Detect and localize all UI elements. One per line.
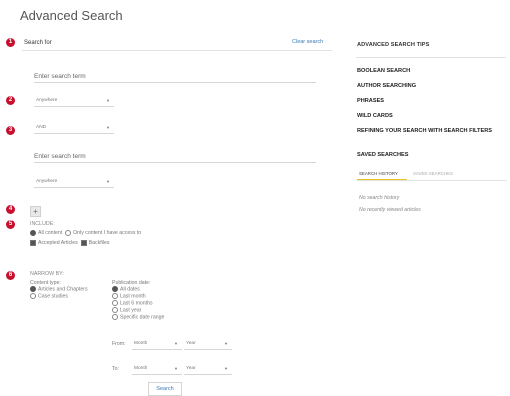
no-viewed-articles-text: No recently viewed articles (359, 207, 421, 213)
pub-date-option-year[interactable]: Last year (112, 306, 164, 314)
radio-icon (112, 286, 118, 293)
from-label: From: (112, 341, 126, 347)
from-year-select[interactable]: Year ▼ (184, 338, 232, 350)
all-content-label: All content (38, 230, 63, 237)
chevron-down-icon: ▼ (174, 366, 178, 371)
search-term-input-1[interactable] (34, 70, 316, 83)
pub-date-year-label: Last year (120, 307, 142, 314)
pub-date-6months-label: Last 6 months (120, 300, 153, 307)
radio-icon (112, 293, 118, 300)
search-for-label: Search for (24, 40, 52, 46)
sidebar-title: ADVANCED SEARCH TIPS (357, 42, 430, 48)
chevron-down-icon: ▼ (106, 98, 110, 103)
search-term-input-2[interactable] (34, 150, 316, 163)
field-select-1-value: Anywhere (36, 98, 58, 103)
no-search-history-text: No search history (359, 195, 400, 201)
radio-icon (112, 306, 118, 313)
content-type-option-cases[interactable]: Case studies (30, 293, 88, 300)
search-button[interactable]: Search (148, 382, 182, 396)
tab-search-history[interactable]: SEARCH HISTORY (359, 171, 398, 176)
operator-select[interactable]: AND ▼ (34, 122, 114, 134)
accepted-articles-checkbox[interactable]: Accepted Articles (30, 240, 78, 246)
pub-date-option-month[interactable]: Last month (112, 293, 164, 300)
step-badge-2: 2 (6, 96, 15, 105)
pub-date-all-label: All dates (120, 286, 140, 293)
sidebar-item-phrases[interactable]: PHRASES (357, 98, 384, 104)
pub-date-option-range[interactable]: Specific date range (112, 313, 165, 321)
step-badge-3: 3 (6, 126, 15, 135)
radio-icon (112, 299, 118, 306)
step-badge-6: 6 (6, 271, 15, 280)
radio-icon (30, 286, 36, 293)
pub-date-option-all[interactable]: All dates (112, 286, 164, 293)
sidebar-item-saved[interactable]: SAVED SEARCHES (357, 152, 409, 158)
to-year-select[interactable]: Year ▼ (184, 363, 232, 375)
pub-date-range-label: Specific date range (120, 313, 165, 320)
checkbox-icon (30, 240, 36, 246)
from-year-value: Year (186, 341, 196, 346)
checkbox-icon (80, 240, 87, 246)
chevron-down-icon: ▼ (224, 366, 228, 371)
from-month-select[interactable]: Month ▼ (132, 338, 182, 350)
tabs-divider (357, 180, 507, 181)
to-month-value: Month (134, 366, 148, 371)
sidebar-item-author[interactable]: AUTHOR SEARCHING (357, 83, 416, 89)
chevron-down-icon: ▼ (174, 341, 178, 346)
content-type-cases-label: Case studies (38, 293, 68, 300)
chevron-down-icon: ▼ (106, 179, 110, 184)
radio-icon (30, 293, 36, 300)
radio-icon (65, 230, 72, 236)
only-access-label: Only content I have access to (73, 230, 142, 237)
sidebar-item-boolean[interactable]: BOOLEAN SEARCH (357, 68, 410, 74)
chevron-down-icon: ▼ (224, 341, 228, 346)
page-title: Advanced Search (20, 8, 123, 23)
only-access-option[interactable]: Only content I have access to (65, 230, 141, 236)
sidebar-item-refining[interactable]: REFINING YOUR SEARCH WITH SEARCH FILTERS (357, 128, 507, 135)
step-badge-4: 4 (6, 205, 15, 214)
search-for-divider (22, 50, 332, 51)
tab-saved-searches[interactable]: SAVED SEARCHES (413, 171, 453, 176)
add-row-plus-icon[interactable]: + (30, 206, 41, 217)
operator-select-value: AND (36, 125, 47, 130)
chevron-down-icon: ▼ (106, 125, 110, 130)
include-label: INCLUDE: (30, 221, 55, 227)
from-month-value: Month (134, 341, 148, 346)
backfiles-label: Backfiles (88, 240, 110, 247)
field-select-1[interactable]: Anywhere ▼ (34, 95, 114, 107)
sidebar-divider (356, 57, 506, 58)
sidebar-item-wildcards[interactable]: WILD CARDS (357, 113, 393, 119)
backfiles-checkbox[interactable]: Backfiles (80, 240, 110, 247)
content-type-articles-label: Articles and Chapters (38, 286, 88, 293)
content-type-option-articles[interactable]: Articles and Chapters (30, 286, 88, 293)
include-type-options: Accepted Articles Backfiles (30, 240, 109, 247)
step-badge-5: 5 (6, 220, 15, 229)
field-select-2[interactable]: Anywhere ▼ (34, 176, 114, 188)
all-content-option[interactable]: All content (30, 230, 62, 236)
to-month-select[interactable]: Month ▼ (132, 363, 182, 375)
radio-icon (112, 313, 118, 320)
pub-date-option-6months[interactable]: Last 6 months (112, 299, 164, 307)
content-type-group: Content type: Articles and Chapters Case… (30, 280, 88, 300)
to-label: To: (112, 366, 119, 372)
publication-date-group: Publication date: All dates Last month L… (112, 280, 164, 320)
clear-search-link[interactable]: Clear search (292, 39, 323, 45)
to-year-value: Year (186, 366, 196, 371)
field-select-2-value: Anywhere (36, 179, 58, 184)
pub-date-month-label: Last month (120, 293, 146, 300)
accepted-articles-label: Accepted Articles (38, 240, 78, 247)
include-access-options: All content Only content I have access t… (30, 230, 141, 237)
step-badge-1: 1 (6, 38, 15, 47)
radio-icon (30, 230, 36, 236)
narrow-by-label: NARROW BY: (30, 271, 64, 277)
